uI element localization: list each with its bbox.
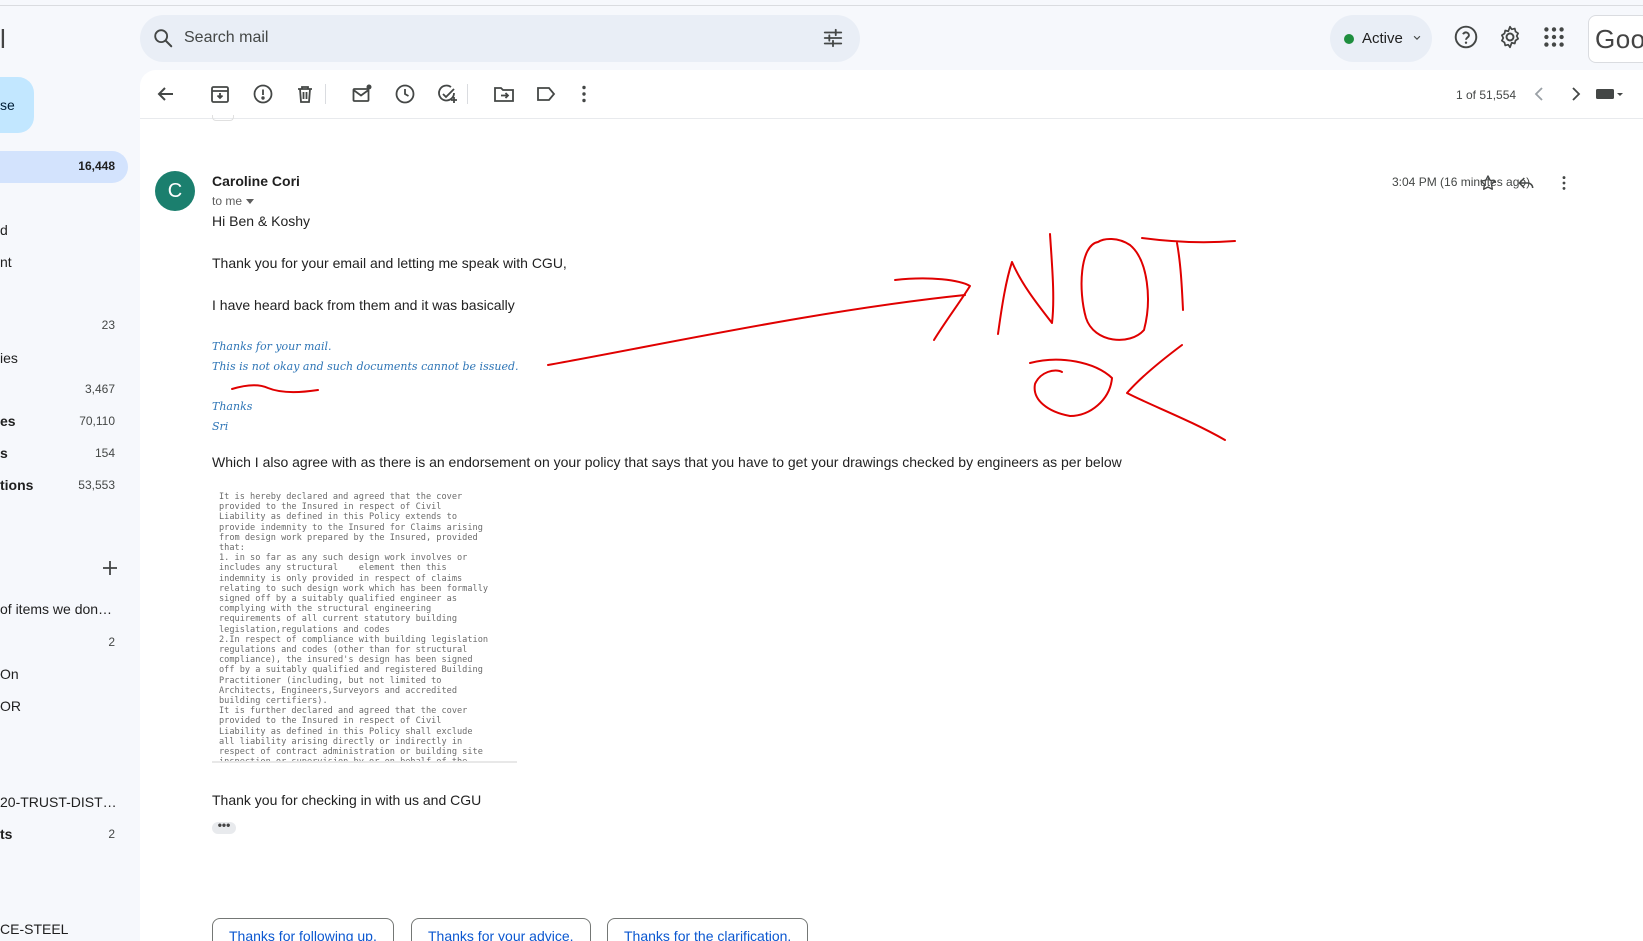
chevron-down-icon [1413, 35, 1421, 40]
quoted-text: Thanks [212, 400, 253, 413]
back-arrow-icon[interactable] [154, 82, 178, 106]
star-icon[interactable] [1478, 173, 1498, 193]
newer-course-icon [1460, 82, 1484, 106]
sidebar-item[interactable]: ies [0, 350, 18, 366]
add-task-icon[interactable] [435, 82, 459, 106]
apps-grid-icon[interactable] [1541, 24, 1567, 50]
inbox-count: 16,448 [78, 159, 115, 173]
caret-down-icon [246, 199, 255, 205]
label-item[interactable]: of items we don… [0, 601, 112, 617]
account-brand-text: Goo [1595, 24, 1643, 54]
toolbar-divider [467, 84, 468, 104]
status-selector[interactable]: Active [1330, 15, 1432, 62]
body-paragraph: I have heard back from them and it was b… [212, 297, 515, 313]
mark-unread-icon[interactable] [350, 82, 374, 106]
status-label: Active [1362, 30, 1403, 47]
recipient-label: to me [212, 194, 243, 208]
message-more-icon[interactable] [1554, 173, 1574, 193]
chevron-right-icon[interactable] [1564, 82, 1588, 106]
status-dot-icon [1344, 34, 1354, 44]
sidebar-item[interactable]: tions [0, 477, 33, 493]
gmail-window: l Search mail Active Goo se 16,448 d nt … [0, 0, 1643, 941]
app-logo-fragment: l [0, 24, 6, 54]
quoted-text: Sri [212, 420, 229, 433]
quoted-text: This is not okay and such documents cann… [212, 360, 519, 373]
keyboard-icon[interactable] [1595, 82, 1625, 106]
message-toolbar: 1 of 51,554 [140, 70, 1643, 119]
label-tag-icon[interactable] [534, 82, 558, 106]
help-icon[interactable] [1453, 24, 1479, 50]
sender-name[interactable]: Caroline Cori [212, 173, 300, 189]
compose-button[interactable]: se [0, 77, 34, 133]
move-to-folder-icon[interactable] [492, 82, 516, 106]
sidebar-item[interactable]: es [0, 413, 16, 429]
search-input[interactable]: Search mail [184, 29, 268, 47]
reply-icon[interactable] [1516, 173, 1536, 193]
sidebar-item[interactable]: nt [0, 254, 12, 270]
message-timestamp: 3:04 PM (16 minutes ago) [1392, 175, 1531, 189]
sidebar-count: 53,553 [78, 478, 115, 492]
sidebar-count: 3,467 [84, 382, 115, 396]
label-item[interactable]: On [0, 666, 19, 682]
sidebar-item[interactable]: s [0, 445, 8, 461]
collapsed-message-stub [212, 115, 234, 121]
body-greeting: Hi Ben & Koshy [212, 213, 311, 229]
sidebar-item[interactable]: d [0, 222, 8, 238]
recipient-toggle[interactable]: to me [212, 194, 255, 208]
body-paragraph: Thank you for your email and letting me … [212, 255, 567, 271]
body-closing: Thank you for checking in with us and CG… [212, 792, 482, 808]
show-trimmed-content-button[interactable]: ••• [212, 819, 236, 834]
message-view: 1 of 51,554 C Caroline Cori to me 3:04 P… [140, 70, 1643, 941]
label-item[interactable]: 20-TRUST-DIST… [0, 794, 117, 810]
report-spam-icon[interactable] [251, 82, 275, 106]
snooze-clock-icon[interactable] [393, 82, 417, 106]
smart-reply-chip[interactable]: Thanks for your advice. [411, 918, 591, 941]
label-count: 2 [108, 635, 115, 649]
smart-reply-chip[interactable]: Thanks for following up. [212, 918, 394, 941]
search-options-icon[interactable] [822, 27, 844, 49]
sidebar-count: 70,110 [79, 414, 115, 428]
archive-icon[interactable] [208, 82, 232, 106]
policy-endorsement-text: It is hereby declared and agreed that th… [219, 492, 489, 763]
label-item[interactable]: ts [0, 826, 12, 842]
account-brand-button[interactable]: Goo [1588, 15, 1643, 63]
policy-endorsement-image[interactable]: It is hereby declared and agreed that th… [212, 488, 517, 763]
avatar[interactable]: C [155, 171, 195, 211]
label-item[interactable]: OR [0, 698, 21, 714]
delete-trash-icon[interactable] [293, 82, 317, 106]
more-vertical-icon[interactable] [572, 82, 596, 106]
label-item[interactable]: CE-STEEL [0, 921, 68, 937]
sidebar-count: 23 [101, 318, 115, 332]
smart-reply-chip[interactable]: Thanks for the clarification. [607, 918, 809, 941]
search-icon[interactable] [152, 27, 174, 49]
top-border [0, 5, 1643, 6]
chevron-left-icon[interactable] [1527, 82, 1551, 106]
toolbar-divider [325, 84, 326, 104]
body-paragraph: Which I also agree with as there is an e… [212, 454, 1122, 470]
sidebar-count: 154 [94, 446, 115, 460]
compose-label: se [0, 97, 15, 113]
search-bar[interactable]: Search mail [140, 15, 860, 62]
label-count: 2 [108, 827, 115, 841]
quoted-text: Thanks for your mail. [212, 340, 332, 353]
settings-gear-icon[interactable] [1497, 24, 1523, 50]
add-label-icon[interactable] [102, 560, 118, 576]
